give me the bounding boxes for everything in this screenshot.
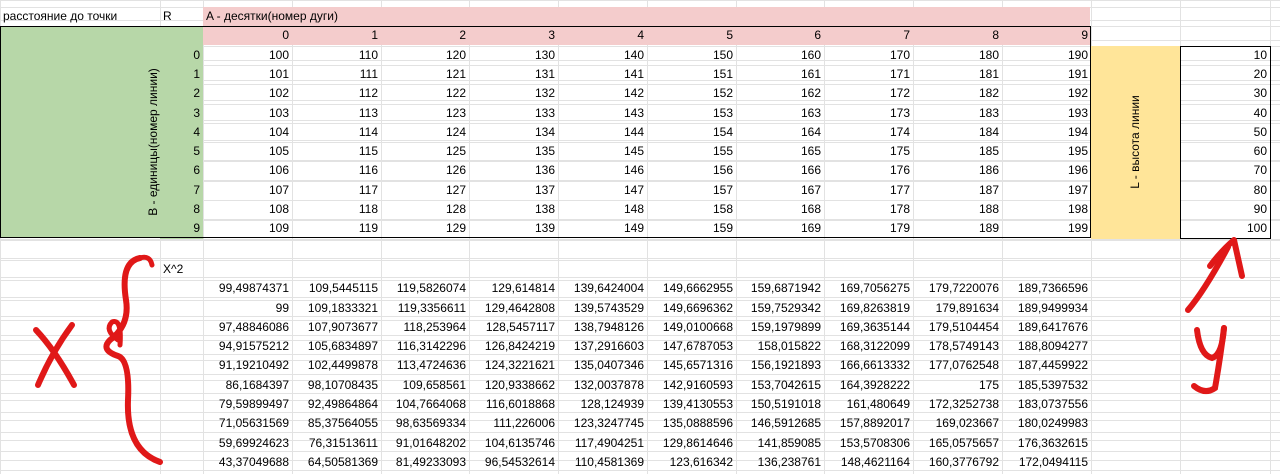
handwritten-arrow — [1185, 244, 1231, 313]
handwritten-annotations — [33, 237, 1245, 465]
handwritten-brace — [103, 255, 163, 465]
